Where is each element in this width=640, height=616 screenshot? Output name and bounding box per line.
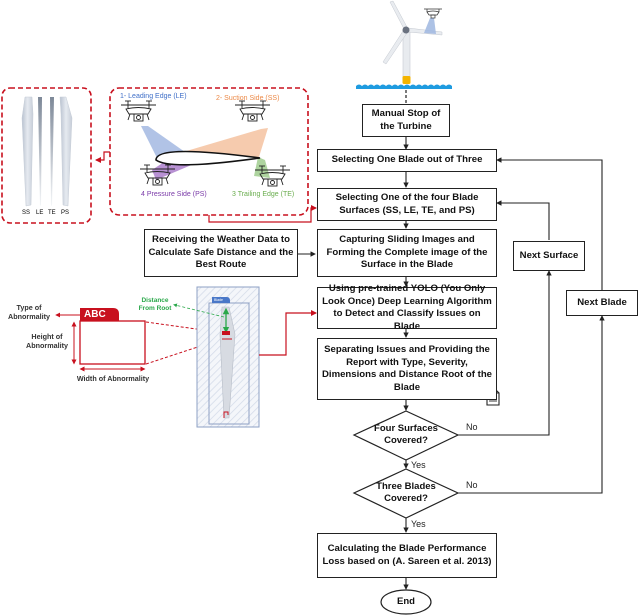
abnormality-tag-text: ABC [84, 309, 106, 320]
decision-line: Covered? [384, 493, 428, 504]
step-calc-performance: Calculating the Blade Performance Loss b… [317, 533, 497, 578]
end-label: End [397, 596, 415, 607]
turbine-base-icon [402, 76, 411, 84]
defect-marker [222, 331, 230, 335]
label-pressure-side: 4 Pressure Side (PS) [141, 191, 207, 198]
no-label-blades: No [466, 480, 478, 490]
yes-label-surfaces: Yes [411, 460, 426, 470]
wind-turbine-illustration [356, 0, 452, 104]
decision-line: Three Blades [376, 481, 436, 492]
blade-label-te: TE [48, 210, 56, 216]
step-select-blade: Selecting One Blade out of Three [317, 149, 497, 172]
drone-camera-beam [424, 18, 436, 34]
decision-line: Covered? [384, 435, 428, 446]
yes-label-blades: Yes [411, 519, 426, 529]
blade-surfaces-panel [1, 87, 92, 224]
decision-three-blades-label: Three Blades Covered? [366, 481, 446, 505]
step-weather-data: Receiving the Weather Data to Calculate … [144, 229, 298, 277]
abnormality-bbox [79, 320, 146, 365]
step-yolo-detect: Using pre-trained YOLO (You Only Look On… [317, 283, 497, 332]
decision-line: Four Surfaces [374, 423, 438, 434]
step-capture-images: Capturing Sliding Images and Forming the… [317, 229, 497, 277]
blade-label-ss: SS [22, 210, 31, 216]
red-connector [259, 310, 317, 356]
blade-tag-text: Blade [214, 298, 223, 302]
width-of-abnormality-label: Width of Abnormality [76, 374, 150, 383]
drone-icon [424, 8, 442, 19]
step-next-surface: Next Surface [513, 241, 585, 271]
step-report: Separating Issues and Providing the Repo… [317, 338, 497, 400]
turbine-blade-icon [389, 0, 408, 30]
label-trailing-edge: 3 Trailing Edge (TE) [232, 191, 295, 198]
red-connector [95, 151, 110, 163]
step-manual-stop: Manual Stop of the Turbine [362, 104, 450, 137]
blade-label-ps: PS [61, 210, 70, 216]
type-of-abnormality-label: Type of Abnormality [8, 303, 50, 321]
water-waves [356, 84, 452, 89]
distance-from-root-label: Distance From Root [138, 297, 172, 312]
turbine-hub-icon [402, 26, 410, 34]
decision-four-surfaces-label: Four Surfaces Covered? [366, 423, 446, 447]
height-of-abnormality-label: Height of Abnormality [26, 332, 68, 350]
step-next-blade: Next Blade [566, 290, 638, 316]
step-select-surface: Selecting One of the four Blade Surfaces… [317, 188, 497, 221]
blade-image-panel [173, 286, 260, 428]
label-leading-edge: 1- Leading Edge (LE) [120, 93, 187, 100]
blade-label-le: LE [36, 210, 44, 216]
no-label-surfaces: No [466, 422, 478, 432]
label-suction-side: 2- Suction Side (SS) [216, 95, 280, 102]
